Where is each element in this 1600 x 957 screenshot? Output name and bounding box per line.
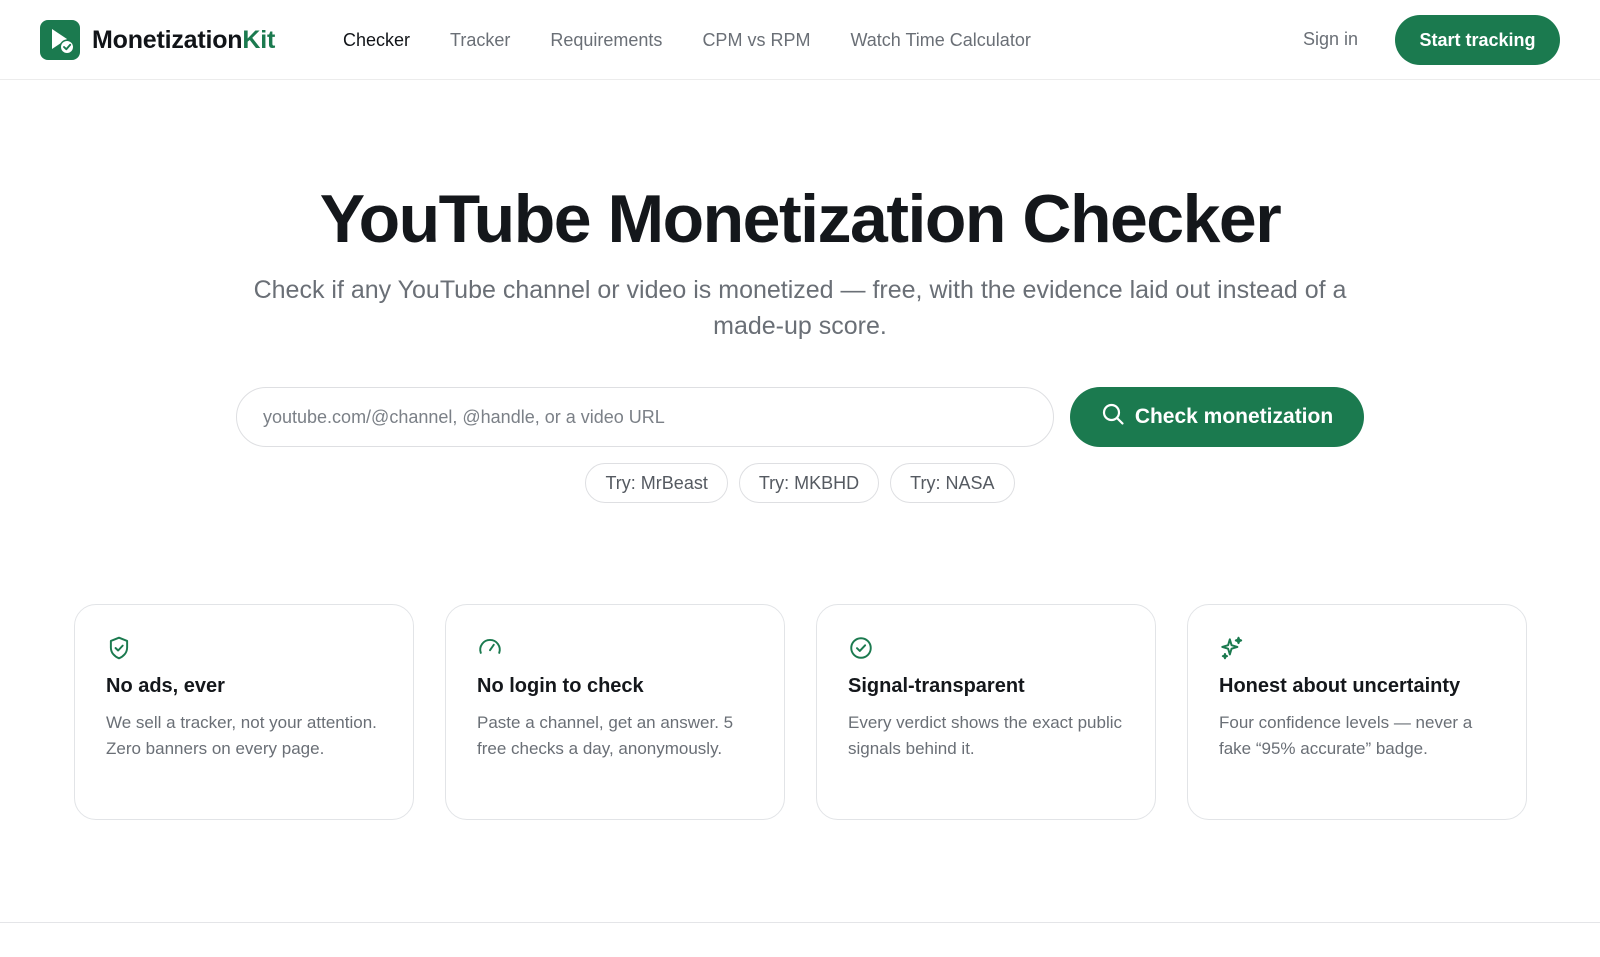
- feature-cards: No ads, ever We sell a tracker, not your…: [74, 604, 1527, 820]
- channel-search-input[interactable]: [236, 387, 1054, 447]
- feature-title: No ads, ever: [106, 675, 225, 697]
- nav-item-watch-time-calculator[interactable]: Watch Time Calculator: [850, 30, 1030, 51]
- suggestion-chip-mkbhd[interactable]: Try: MKBHD: [738, 463, 880, 503]
- feature-card-signal-transparent: Signal-transparent Every verdict shows t…: [816, 604, 1156, 820]
- sparkles-icon: [1219, 635, 1245, 661]
- search-form: Check monetization: [236, 387, 1364, 447]
- main-nav: Checker Tracker Requirements CPM vs RPM …: [343, 0, 1031, 80]
- feature-card-no-ads: No ads, ever We sell a tracker, not your…: [74, 604, 414, 820]
- brand-name-accent: Kit: [242, 25, 276, 54]
- feature-title: No login to check: [477, 675, 644, 697]
- search-icon: [1101, 402, 1125, 432]
- section-divider: [0, 922, 1600, 923]
- check-circle-icon: [848, 635, 874, 661]
- feature-description: Paste a channel, get an answer. 5 free c…: [477, 713, 734, 758]
- start-tracking-button[interactable]: Start tracking: [1395, 15, 1560, 65]
- shield-check-icon: [106, 635, 132, 661]
- page-title: YouTube Monetization Checker: [319, 181, 1282, 257]
- nav-item-checker[interactable]: Checker: [343, 30, 410, 51]
- page-subtitle: Check if any YouTube channel or video is…: [253, 276, 1347, 340]
- site-header: MonetizationKit Checker Tracker Requirem…: [0, 0, 1600, 80]
- feature-title: Honest about uncertainty: [1219, 675, 1461, 697]
- speedometer-icon: [477, 635, 503, 661]
- play-check-icon: [40, 20, 80, 60]
- suggestion-chip-mrbeast[interactable]: Try: MrBeast: [585, 463, 728, 503]
- check-monetization-button[interactable]: Check monetization: [1070, 387, 1364, 447]
- feature-description: Four confidence levels — never a fake “9…: [1219, 713, 1473, 758]
- sign-in-link[interactable]: Sign in: [1303, 29, 1358, 50]
- nav-item-tracker[interactable]: Tracker: [450, 30, 510, 51]
- brand-name-main: Monetization: [92, 25, 243, 54]
- suggestion-chips: Try: MrBeast Try: MKBHD Try: NASA: [0, 463, 1600, 503]
- nav-item-requirements[interactable]: Requirements: [550, 30, 662, 51]
- feature-title: Signal-transparent: [848, 675, 1025, 697]
- brand-link[interactable]: MonetizationKit: [40, 20, 275, 60]
- suggestion-chip-nasa[interactable]: Try: NASA: [890, 463, 1015, 503]
- feature-card-honest-uncertainty: Honest about uncertainty Four confidence…: [1187, 604, 1527, 820]
- feature-card-no-login: No login to check Paste a channel, get a…: [445, 604, 785, 820]
- brand-name: MonetizationKit: [92, 26, 275, 55]
- check-monetization-label: Check monetization: [1134, 405, 1334, 428]
- feature-description: Every verdict shows the exact public sig…: [848, 713, 1123, 758]
- nav-item-cpm-vs-rpm[interactable]: CPM vs RPM: [702, 30, 810, 51]
- feature-description: We sell a tracker, not your attention. Z…: [106, 713, 377, 758]
